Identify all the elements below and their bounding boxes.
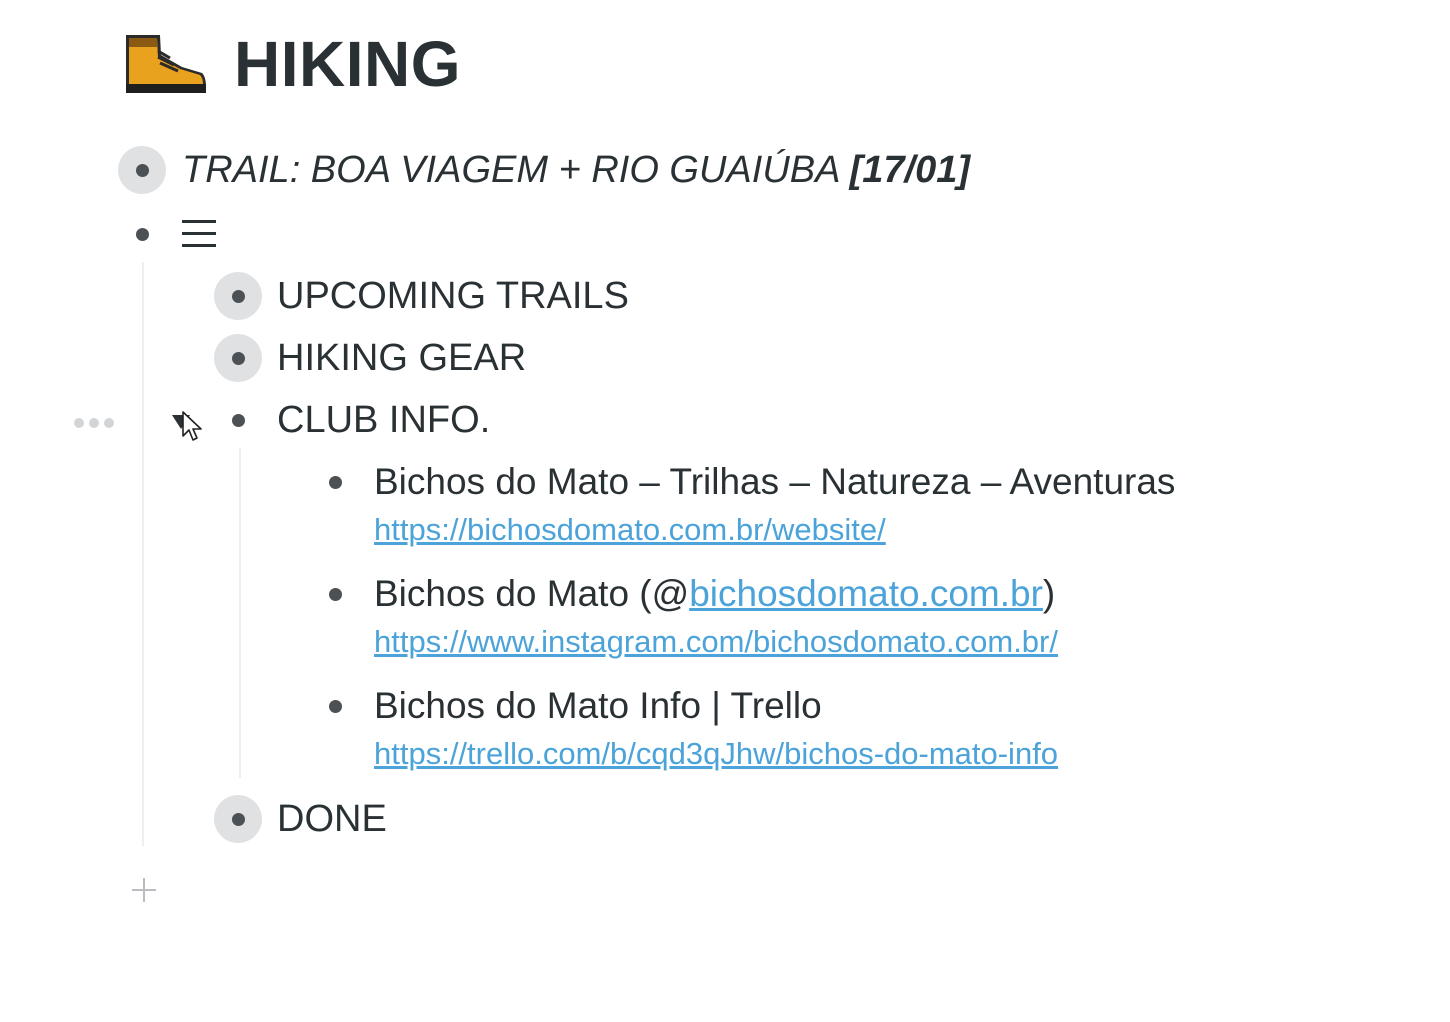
bullet-club-child-3[interactable] bbox=[311, 682, 359, 730]
more-options-icon[interactable] bbox=[74, 414, 122, 432]
hiking-boot-icon bbox=[126, 35, 206, 93]
page-title: HIKING bbox=[234, 28, 461, 100]
note-link-website[interactable]: https://bichosdomato.com.br/website/ bbox=[374, 510, 886, 550]
trail-date: [17/01] bbox=[849, 149, 971, 191]
item-hiking-gear[interactable]: HIKING GEAR bbox=[277, 334, 526, 382]
bullet-trail[interactable] bbox=[118, 146, 166, 194]
bullet-dot bbox=[328, 475, 342, 489]
bullet-dot bbox=[135, 163, 149, 177]
trail-label: TRAIL: BOA VIAGEM + RIO GUAIÚBA bbox=[182, 149, 850, 191]
bullet-dot bbox=[231, 351, 245, 365]
item-club-child-2[interactable]: Bichos do Mato (@bichosdomato.com.br) bbox=[374, 570, 1055, 618]
item-trail[interactable]: TRAIL: BOA VIAGEM + RIO GUAIÚBA [17/01] bbox=[182, 146, 970, 194]
bullet-upcoming-trails[interactable] bbox=[214, 272, 262, 320]
bullet-dot bbox=[135, 227, 149, 241]
item-club-child-1[interactable]: Bichos do Mato – Trilhas – Natureza – Av… bbox=[374, 458, 1175, 506]
bullet-dot bbox=[231, 289, 245, 303]
bullet-club-child-1[interactable] bbox=[311, 458, 359, 506]
bullet-dot bbox=[328, 699, 342, 713]
bullet-club-info[interactable] bbox=[214, 396, 262, 444]
item-done[interactable]: DONE bbox=[277, 795, 387, 843]
bullet-menu[interactable] bbox=[118, 210, 166, 258]
add-item-plus-icon[interactable] bbox=[128, 874, 160, 906]
page-header: HIKING bbox=[120, 24, 461, 104]
item-club-child-3[interactable]: Bichos do Mato Info | Trello bbox=[374, 682, 822, 730]
bullet-dot bbox=[328, 587, 342, 601]
bullet-club-child-2[interactable] bbox=[311, 570, 359, 618]
bullet-dot bbox=[231, 812, 245, 826]
mouse-cursor-icon bbox=[182, 411, 202, 441]
item-club-info[interactable]: CLUB INFO. bbox=[277, 396, 490, 444]
note-link-instagram[interactable]: https://www.instagram.com/bichosdomato.c… bbox=[374, 622, 1058, 662]
indent-guide-menu bbox=[142, 262, 144, 846]
item-upcoming-trails[interactable]: UPCOMING TRAILS bbox=[277, 272, 629, 320]
hamburger-icon[interactable] bbox=[182, 218, 216, 248]
child-2-suffix: ) bbox=[1042, 573, 1056, 614]
bullet-dot bbox=[231, 413, 245, 427]
indent-guide-club bbox=[239, 448, 241, 778]
instagram-handle-link[interactable]: bichosdomato.com.br bbox=[689, 573, 1043, 614]
child-2-prefix: Bichos do Mato (@ bbox=[374, 573, 690, 614]
bullet-done[interactable] bbox=[214, 795, 262, 843]
note-link-trello[interactable]: https://trello.com/b/cqd3qJhw/bichos-do-… bbox=[374, 734, 1058, 774]
bullet-hiking-gear[interactable] bbox=[214, 334, 262, 382]
